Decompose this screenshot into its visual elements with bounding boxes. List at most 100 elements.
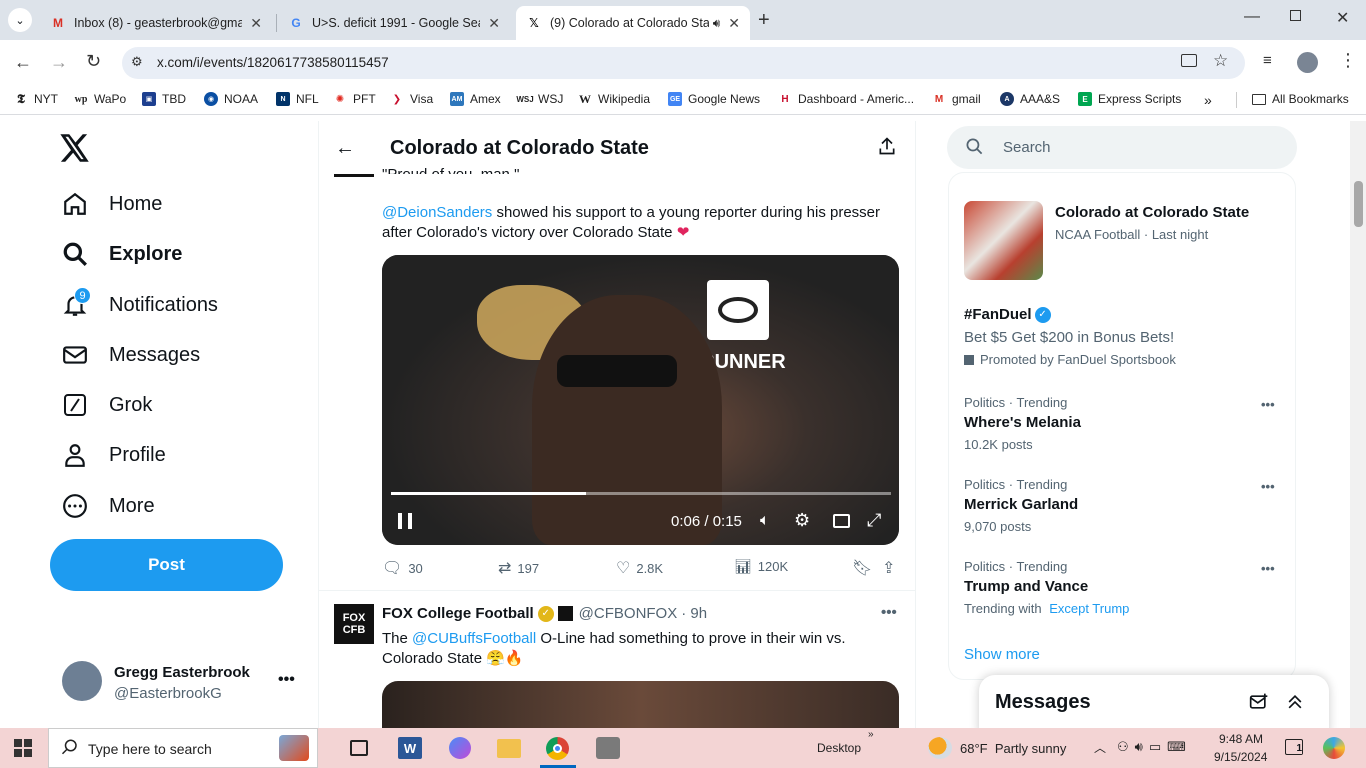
bookmark-star-icon[interactable]: ☆	[1213, 51, 1228, 71]
reply-button[interactable]: 🗨︎ 30	[382, 558, 423, 578]
tweet2-handle[interactable]: @CFBONFOX	[579, 605, 678, 622]
post-button[interactable]: Post	[50, 539, 283, 591]
browser-tab-google[interactable]: G U>S. deficit 1991 - Google Search ✕	[278, 6, 510, 40]
nav-home[interactable]: Home	[60, 189, 162, 219]
word-icon[interactable]: W	[398, 737, 422, 759]
install-app-icon[interactable]	[1181, 54, 1197, 67]
share-icon[interactable]: ⇪	[882, 558, 895, 578]
all-bookmarks-button[interactable]: All Bookmarks	[1252, 92, 1349, 106]
page-scrollbar[interactable]	[1350, 121, 1366, 728]
tab-search-button[interactable]: ⌄	[8, 8, 32, 32]
media-control-icon[interactable]: ≡	[1263, 52, 1272, 69]
file-explorer-icon[interactable]	[497, 739, 521, 758]
task-view-icon[interactable]	[350, 740, 368, 756]
trend-item[interactable]: Politics · Trending Where's Melania 10.2…	[964, 395, 1284, 455]
close-icon[interactable]: ✕	[250, 15, 262, 32]
bookmark-nyt[interactable]: 𝕿 NYT	[14, 91, 58, 106]
back-arrow-icon[interactable]: ←	[14, 52, 32, 73]
browser-tab-x[interactable]: 𝕏 (9) Colorado at Colorado State 🔊︎ ✕	[516, 6, 750, 40]
bookmark-express-scripts[interactable]: E Express Scripts	[1078, 92, 1181, 106]
search-input[interactable]: Search	[947, 126, 1297, 169]
profile-avatar-icon[interactable]	[1297, 52, 1318, 73]
bookmark-wapo[interactable]: wp WaPo	[74, 92, 127, 106]
nav-explore[interactable]: Explore	[60, 239, 182, 269]
bookmark-pft[interactable]: ✺ PFT	[333, 92, 376, 106]
chevron-right-icon[interactable]: »	[868, 729, 874, 740]
share-icon[interactable]	[877, 136, 897, 161]
bookmark-noaa[interactable]: ◉ NOAA	[204, 92, 258, 106]
clock-date[interactable]: 9/15/2024	[1214, 750, 1267, 764]
like-button[interactable]: ♡ 2.8K	[616, 558, 663, 578]
bookmark-icon[interactable]: 🔖︎	[852, 558, 872, 578]
more-dots-icon[interactable]: •••	[278, 671, 295, 689]
bookmark-nfl[interactable]: N NFL	[276, 92, 319, 106]
nav-profile[interactable]: Profile	[60, 440, 166, 470]
promoted-trend[interactable]: #FanDuel ✓ Bet $5 Get $200 in Bonus Bets…	[964, 306, 1284, 370]
weather-text[interactable]: 68°F Partly sunny	[960, 741, 1066, 756]
tweet2-avatar[interactable]: FOX CFB	[334, 604, 374, 644]
weather-partly-sunny-icon[interactable]	[928, 737, 952, 759]
bookmark-aaas[interactable]: A AAA&S	[1000, 92, 1060, 106]
close-icon[interactable]: ✕	[728, 15, 740, 32]
views-button[interactable]: 📊︎ 120K	[734, 558, 788, 575]
tweet2-time[interactable]: · 9h	[681, 605, 707, 622]
retweet-button[interactable]: ⇄ 197	[498, 558, 539, 578]
more-bookmarks-button[interactable]: »	[1204, 92, 1212, 108]
nav-notifications[interactable]: 9 Notifications	[60, 287, 218, 320]
more-dots-icon[interactable]: •••	[1261, 561, 1275, 576]
bookmark-visa[interactable]: ❯ Visa	[390, 92, 433, 106]
x-logo-icon[interactable]	[60, 134, 92, 164]
nav-grok[interactable]: Grok	[60, 390, 152, 420]
mention-link[interactable]: @CUBuffsFootball	[412, 630, 536, 647]
browser-tab-gmail[interactable]: M Inbox (8) - geasterbrook@gmail.com ✕	[40, 6, 272, 40]
bookmark-tbd[interactable]: ▣ TBD	[142, 92, 186, 106]
scrollbar-thumb[interactable]	[1354, 181, 1363, 227]
mention-link[interactable]: @DeionSanders	[382, 204, 492, 221]
site-info-icon[interactable]: ⚙	[131, 54, 143, 70]
taskbar-search-input[interactable]: Type here to search	[48, 728, 318, 768]
nav-messages[interactable]: Messages	[60, 340, 200, 370]
close-window-button[interactable]: ✕	[1336, 8, 1349, 28]
show-more-link[interactable]: Show more	[964, 646, 1040, 663]
minimize-button[interactable]: —	[1244, 8, 1260, 26]
chrome-icon[interactable]	[546, 737, 569, 760]
chevron-up-icon[interactable]	[1285, 692, 1305, 717]
bookmark-gmail[interactable]: Mgmail	[932, 92, 981, 106]
color-app-icon[interactable]	[1323, 737, 1345, 759]
video-player[interactable]: 4RUNNER 0:06 / 0:15 🔈︎ ⚙ ⤢	[382, 255, 899, 545]
account-switcher[interactable]: Gregg Easterbrook @EasterbrookG •••	[50, 653, 306, 713]
video-progress-track[interactable]	[391, 492, 891, 495]
new-message-icon[interactable]	[1249, 692, 1269, 717]
bookmark-dashboard[interactable]: H Dashboard - Americ...	[778, 92, 914, 106]
more-dots-icon[interactable]: •••	[881, 604, 897, 621]
volume-icon[interactable]: 🔈︎	[760, 512, 770, 530]
settings-gear-icon[interactable]: ⚙	[794, 510, 810, 531]
bookmark-wikipedia[interactable]: W Wikipedia	[578, 92, 650, 107]
windows-start-icon[interactable]	[14, 739, 32, 757]
tweet2-video[interactable]	[382, 681, 899, 728]
trend-item[interactable]: Politics · Trending Merrick Garland 9,07…	[964, 477, 1284, 537]
tweet2-author[interactable]: FOX College Football	[382, 605, 534, 622]
app-icon[interactable]	[596, 737, 620, 759]
new-tab-button[interactable]: +	[758, 9, 770, 32]
copilot-icon[interactable]	[449, 737, 471, 759]
browser-menu-icon[interactable]: ⋮	[1339, 50, 1357, 71]
close-icon[interactable]: ✕	[488, 15, 500, 32]
messages-drawer[interactable]: Messages	[979, 675, 1329, 735]
event-item[interactable]: Colorado at Colorado State NCAA Football…	[964, 201, 1284, 281]
nav-more[interactable]: More	[60, 491, 155, 521]
tray-icons[interactable]: ⚇🔊︎▭⌨	[1117, 739, 1192, 755]
clock-time[interactable]: 9:48 AM	[1219, 732, 1263, 746]
bookmark-wsj[interactable]: WSJ WSJ	[516, 92, 563, 106]
bookmark-amex[interactable]: AM Amex	[450, 92, 501, 106]
back-arrow-icon[interactable]: ←	[335, 137, 355, 160]
pause-icon[interactable]	[398, 513, 412, 529]
forward-arrow-icon[interactable]: →	[50, 52, 68, 73]
notification-center-icon[interactable]: 1	[1285, 739, 1303, 755]
more-dots-icon[interactable]: •••	[1261, 479, 1275, 494]
restore-button[interactable]	[1290, 10, 1301, 21]
trend-item[interactable]: Politics · Trending Trump and Vance Tren…	[964, 559, 1284, 619]
url-text[interactable]: x.com/i/events/1820617738580115457	[157, 55, 389, 70]
pip-icon[interactable]	[833, 514, 850, 528]
fullscreen-icon[interactable]: ⤢	[867, 510, 881, 531]
